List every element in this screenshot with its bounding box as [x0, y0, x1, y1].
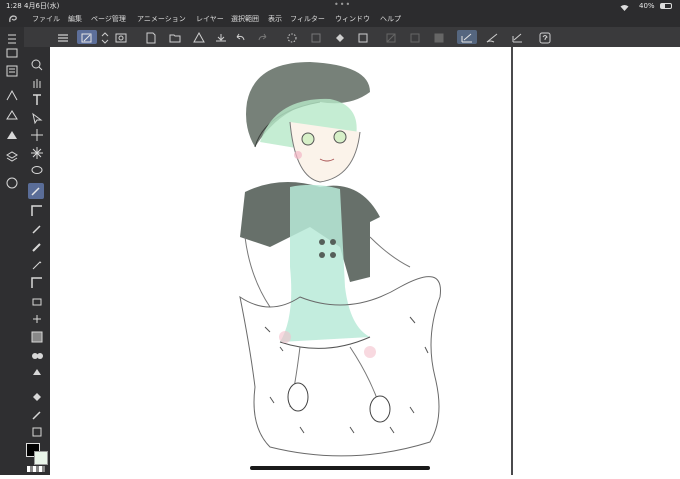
help-icon[interactable] [538, 30, 552, 44]
airbrush-icon[interactable] [30, 257, 44, 271]
new-file-icon[interactable] [144, 30, 158, 44]
menu-help[interactable]: ヘルプ [380, 12, 401, 27]
tool-palette [24, 47, 50, 475]
layer-panel-icon[interactable] [5, 149, 19, 163]
auto-select-icon[interactable] [30, 145, 44, 159]
menu-filter[interactable]: フィルター [290, 12, 325, 27]
pen-icon[interactable] [30, 203, 44, 217]
folder-icon[interactable] [168, 30, 182, 44]
multitask-dots-icon[interactable]: ••• [334, 0, 351, 11]
canvas[interactable] [50, 47, 511, 475]
copy-icon[interactable] [309, 30, 323, 44]
command-bar [0, 27, 680, 47]
menu-bar: ファイル 編集 ページ管理 アニメーション レイヤー 選択範囲 表示 フィルター… [0, 12, 680, 27]
decoration-icon[interactable] [30, 275, 44, 289]
transparent-color-swatch[interactable] [27, 466, 45, 472]
color-wheel-icon[interactable] [5, 107, 19, 121]
menu-layer[interactable]: レイヤー [196, 12, 224, 27]
loading-icon[interactable] [285, 30, 299, 44]
pen-fill-icon[interactable] [485, 30, 499, 44]
pen-check-icon[interactable] [457, 30, 477, 44]
battery-icon [660, 3, 672, 9]
fill-tool-icon[interactable] [30, 347, 44, 361]
menu-selection[interactable]: 選択範囲 [231, 12, 259, 27]
tool-property-icon[interactable] [5, 63, 19, 77]
brush-icon[interactable] [30, 239, 44, 253]
gradient-icon[interactable] [30, 329, 44, 343]
app-logo-icon[interactable] [8, 14, 18, 24]
warning-icon[interactable] [192, 30, 206, 44]
pen-tool-icon[interactable] [77, 30, 97, 44]
blend-icon[interactable] [30, 311, 44, 325]
eye-icon[interactable] [114, 30, 128, 44]
snap-icon[interactable] [408, 30, 422, 44]
battery-percent: 40% [639, 2, 655, 10]
lasso-icon[interactable] [30, 163, 44, 177]
pen-line-icon[interactable] [510, 30, 524, 44]
hand-icon[interactable] [30, 75, 44, 89]
layer-property-icon[interactable] [5, 175, 19, 189]
text-tool-icon[interactable] [30, 93, 44, 107]
menu-file[interactable]: ファイル [32, 12, 60, 27]
brush-size-icon[interactable] [5, 87, 19, 101]
shape-icon[interactable] [30, 365, 44, 379]
artwork-illustration [239, 62, 441, 457]
bucket-icon[interactable] [30, 389, 44, 403]
ruler-icon[interactable] [432, 30, 446, 44]
frame-icon[interactable] [30, 424, 44, 438]
eyedropper-icon[interactable] [28, 183, 44, 199]
layer-icon[interactable] [384, 30, 398, 44]
status-time: 1:28 [6, 2, 22, 10]
palette-toggle-icon[interactable] [5, 31, 19, 45]
menu-view[interactable]: 表示 [268, 12, 282, 27]
operation-icon[interactable] [30, 110, 44, 125]
stepper-icon[interactable] [98, 30, 112, 44]
pencil-icon[interactable] [30, 221, 44, 235]
home-indicator[interactable] [250, 466, 430, 470]
sub-color-swatch[interactable] [34, 451, 48, 465]
move-icon[interactable] [30, 127, 44, 141]
secondary-canvas-pane [513, 47, 680, 475]
status-bar: 1:28 4月6日(水) ••• 40% [0, 0, 680, 12]
menu-edit[interactable]: 編集 [68, 12, 82, 27]
eyedropper-tool-icon[interactable] [30, 407, 44, 421]
status-date: 4月6日(水) [24, 2, 60, 10]
menu-page-management[interactable]: ページ管理 [91, 12, 126, 27]
undo-icon[interactable] [233, 30, 247, 44]
redo-icon[interactable] [256, 30, 270, 44]
color-set-icon[interactable] [5, 127, 19, 141]
sub-tool-icon[interactable] [5, 45, 19, 59]
fill-icon[interactable] [333, 30, 347, 44]
menu-icon[interactable] [56, 30, 70, 44]
eraser-icon[interactable] [30, 293, 44, 307]
menu-window[interactable]: ウィンドウ [335, 12, 370, 27]
save-icon[interactable] [214, 30, 228, 44]
zoom-icon[interactable] [30, 57, 44, 71]
transform-icon[interactable] [356, 30, 370, 44]
left-palette-bar [0, 27, 24, 475]
menu-animation[interactable]: アニメーション [137, 12, 186, 27]
